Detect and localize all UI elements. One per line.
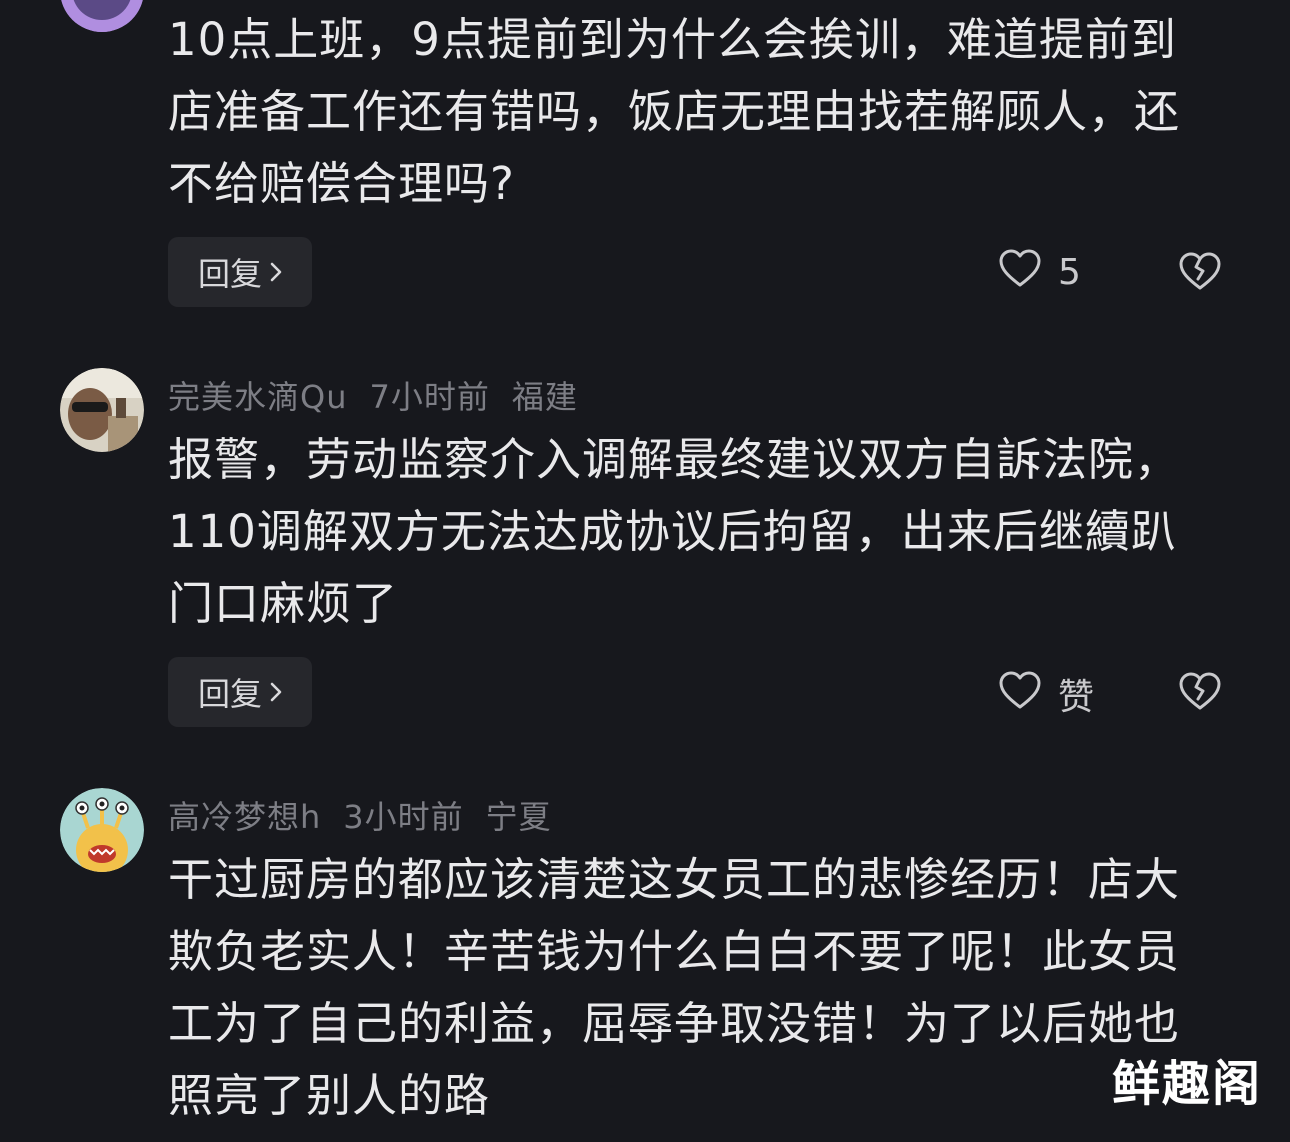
avatar[interactable]: [60, 368, 144, 452]
username[interactable]: 完美水滴Qu: [168, 378, 347, 416]
comment-line: 不给赔偿合理吗?: [168, 157, 515, 210]
heart-icon: [998, 670, 1042, 719]
chevron-right-icon: [268, 260, 284, 284]
username[interactable]: 高冷梦想h: [168, 798, 321, 836]
comment-line: 110调解双方无法达成协议后拘留，出来后继續趴: [168, 505, 1177, 558]
comment-text: 报警，劳动监察介入调解最终建议双方自訴法院， 110调解双方无法达成协议后拘留，…: [168, 424, 1238, 640]
like-count: 5: [1058, 252, 1081, 293]
location: 宁夏: [485, 798, 552, 836]
dislike-button[interactable]: [1178, 251, 1222, 295]
reply-label: 回复: [197, 675, 262, 713]
timestamp: 7小时前: [369, 378, 490, 416]
timestamp: 3小时前: [343, 798, 464, 836]
comment-line: 10点上班，9点提前到为什么会挨训，难道提前到: [168, 13, 1177, 66]
comment-text: 干过厨房的都应该清楚这女员工的悲惨经历！店大 欺负老实人！辛苦钱为什么白白不要了…: [168, 844, 1238, 1132]
comment-meta: 高冷梦想h 3小时前 宁夏: [168, 792, 574, 838]
comment-line: 店准备工作还有错吗，饭店无理由找茬解顾人，还: [168, 85, 1181, 138]
dislike-button[interactable]: [1178, 671, 1222, 715]
watermark: 鲜趣阁: [1111, 1056, 1262, 1112]
comment-line: 干过厨房的都应该清楚这女员工的悲惨经历！店大: [168, 853, 1181, 906]
chevron-right-icon: [268, 680, 284, 704]
reply-button[interactable]: 回复: [168, 657, 312, 727]
avatar[interactable]: [60, 0, 144, 32]
comment-line: 欺负老实人！辛苦钱为什么白白不要了呢！此女员: [168, 925, 1181, 978]
comment-line: 工为了自己的利益，屈辱争取没错！为了以后她也: [168, 997, 1181, 1050]
heart-icon: [998, 248, 1042, 297]
reply-button[interactable]: 回复: [168, 237, 312, 307]
comment-line: 报警，劳动监察介入调解最终建议双方自訴法院，: [168, 433, 1181, 486]
avatar[interactable]: [60, 788, 144, 872]
broken-heart-icon: [1178, 252, 1222, 295]
comment-meta: 完美水滴Qu 7小时前 福建: [168, 372, 600, 418]
comment-text: 10点上班，9点提前到为什么会挨训，难道提前到 店准备工作还有错吗，饭店无理由找…: [168, 4, 1238, 220]
comment-line: 照亮了别人的路: [168, 1069, 491, 1122]
broken-heart-icon: [1178, 672, 1222, 715]
location: 福建: [511, 378, 578, 416]
like-button[interactable]: 赞: [998, 668, 1094, 720]
like-label: 赞: [1058, 677, 1095, 718]
reply-label: 回复: [197, 255, 262, 293]
comment-line: 门口麻烦了: [168, 577, 399, 630]
like-button[interactable]: 5: [998, 248, 1081, 297]
